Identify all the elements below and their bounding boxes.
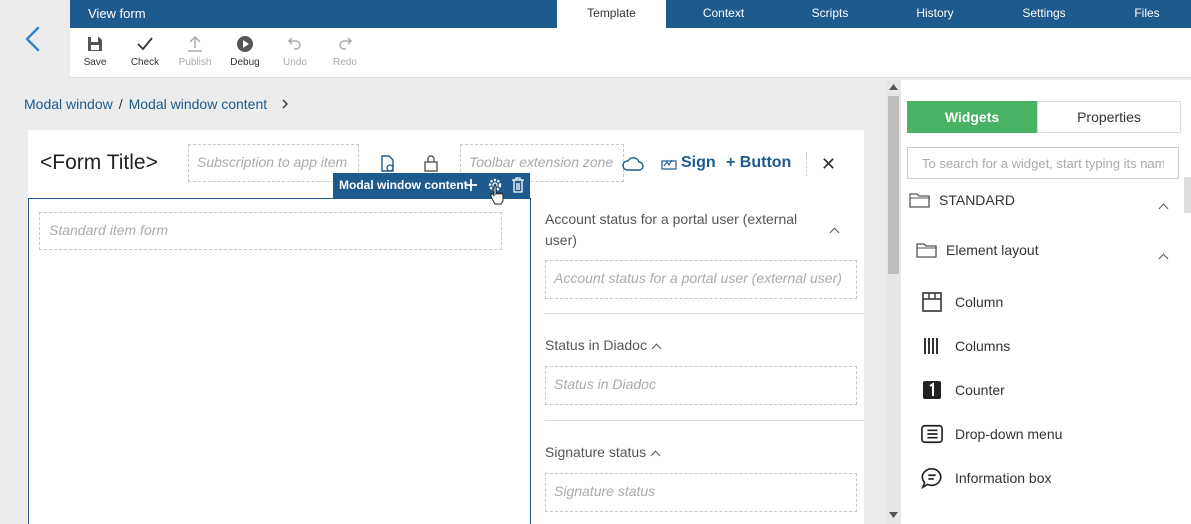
- widget-column[interactable]: Column: [921, 290, 1003, 314]
- widget-dropdown-menu-label: Drop-down menu: [955, 426, 1063, 442]
- chevron-up-icon[interactable]: [650, 450, 661, 461]
- trash-icon[interactable]: [511, 177, 525, 193]
- group-standard-label: STANDARD: [939, 192, 1015, 208]
- scroll-down-icon[interactable]: [889, 512, 898, 518]
- sign-button[interactable]: Sign: [661, 154, 716, 172]
- modal-content-toolbar: Modal window content: [333, 173, 530, 205]
- back-arrow-icon[interactable]: [22, 25, 44, 53]
- breadcrumb: Modal window / Modal window content: [24, 96, 291, 112]
- upload-icon: [188, 35, 202, 52]
- breadcrumb-separator: /: [118, 96, 123, 112]
- group-standard[interactable]: STANDARD: [909, 192, 1015, 208]
- standard-item-form-zone[interactable]: Standard item form: [39, 212, 502, 250]
- divider: [806, 152, 807, 176]
- redo-button[interactable]: Redo: [323, 34, 367, 74]
- tab-files[interactable]: Files: [1110, 0, 1184, 28]
- columns-icon: [924, 338, 938, 354]
- modal-content-label: Modal window content: [339, 178, 468, 192]
- column-icon: [922, 292, 942, 312]
- play-circle-icon: [237, 36, 253, 52]
- tab-template[interactable]: Template: [557, 0, 666, 28]
- widget-dropdown-menu[interactable]: Drop-down menu: [921, 422, 1062, 446]
- save-button[interactable]: Save: [73, 34, 117, 74]
- back-area: [0, 0, 70, 78]
- tab-properties[interactable]: Properties: [1037, 101, 1181, 133]
- publish-label: Publish: [178, 57, 212, 68]
- tab-widgets[interactable]: Widgets: [907, 101, 1037, 133]
- top-bar: View form Template Context Scripts Histo…: [70, 0, 1191, 28]
- diadoc-status-section: Status in Diadoc Status in Diadoc: [545, 314, 864, 421]
- widget-counter[interactable]: Counter: [921, 378, 1005, 402]
- add-button[interactable]: + Button: [726, 154, 791, 172]
- undo-icon: [287, 37, 301, 50]
- tab-settings[interactable]: Settings: [1004, 0, 1084, 28]
- page-title: View form: [88, 6, 146, 21]
- checkmark-icon: [137, 37, 153, 51]
- tab-history[interactable]: History: [895, 0, 975, 28]
- information-box-icon: [921, 468, 942, 490]
- counter-icon: [923, 381, 941, 399]
- modal-window-content-frame[interactable]: Standard item form: [28, 198, 531, 524]
- folder-icon: [916, 243, 937, 258]
- widget-columns[interactable]: Columns: [921, 334, 1010, 358]
- widget-column-label: Column: [955, 294, 1004, 310]
- widget-search-input[interactable]: [907, 147, 1179, 179]
- account-status-label: Account status for a portal user (extern…: [545, 211, 798, 248]
- chevron-up-icon[interactable]: [1158, 253, 1169, 264]
- signature-status-section: Signature status Signature status: [545, 421, 864, 524]
- chevron-up-icon[interactable]: [829, 227, 840, 238]
- account-status-zone[interactable]: Account status for a portal user (extern…: [545, 260, 857, 299]
- tab-scripts[interactable]: Scripts: [790, 0, 870, 28]
- signature-icon: [661, 159, 677, 170]
- form-canvas: <Form Title> Subscription to app item To…: [28, 130, 864, 524]
- cursor-hand-icon: [490, 185, 504, 205]
- widget-information-box-label: Information box: [955, 470, 1052, 486]
- document-settings-icon[interactable]: [380, 155, 396, 173]
- lock-icon[interactable]: [424, 154, 438, 172]
- undo-label: Undo: [283, 57, 307, 68]
- debug-button[interactable]: Debug: [223, 34, 267, 74]
- sign-label: Sign: [681, 154, 716, 171]
- redo-label: Redo: [333, 57, 357, 68]
- account-status-section: Account status for a portal user (extern…: [545, 198, 864, 314]
- widget-information-box[interactable]: Information box: [921, 466, 1052, 490]
- save-label: Save: [83, 57, 107, 68]
- diadoc-status-label: Status in Diadoc: [545, 335, 662, 356]
- chevron-up-icon[interactable]: [1158, 203, 1169, 214]
- signature-status-zone[interactable]: Signature status: [545, 473, 857, 512]
- widget-panel: Widgets Properties STANDARD Element layo…: [901, 80, 1191, 524]
- panel-scrollbar-thumb[interactable]: [1184, 177, 1191, 213]
- diadoc-status-zone[interactable]: Status in Diadoc: [545, 366, 857, 405]
- chevron-up-icon[interactable]: [651, 343, 662, 354]
- cloud-icon[interactable]: [621, 154, 645, 172]
- save-icon: [88, 37, 102, 51]
- debug-label: Debug: [230, 57, 260, 68]
- breadcrumb-modal-window[interactable]: Modal window: [24, 96, 113, 112]
- signature-status-label: Signature status: [545, 442, 661, 463]
- canvas-scrollbar[interactable]: [886, 80, 901, 524]
- form-title[interactable]: <Form Title>: [40, 151, 158, 175]
- group-element-layout[interactable]: Element layout: [916, 242, 1039, 258]
- close-icon[interactable]: ✕: [821, 154, 836, 175]
- group-element-layout-label: Element layout: [946, 242, 1039, 258]
- plus-icon[interactable]: [464, 177, 478, 193]
- chevron-right-icon[interactable]: [279, 98, 291, 110]
- check-label: Check: [130, 57, 160, 68]
- breadcrumb-modal-window-content[interactable]: Modal window content: [129, 96, 268, 112]
- publish-button[interactable]: Publish: [173, 34, 217, 74]
- redo-icon: [339, 37, 353, 50]
- widget-columns-label: Columns: [955, 338, 1011, 354]
- scroll-up-icon[interactable]: [889, 84, 898, 90]
- check-button[interactable]: Check: [123, 34, 167, 74]
- dropdown-menu-icon: [921, 424, 943, 444]
- toolbar: Save Check Publish Debug Undo Redo: [70, 28, 1191, 78]
- scrollbar-thumb[interactable]: [888, 96, 899, 274]
- tab-context[interactable]: Context: [682, 0, 765, 28]
- widget-counter-label: Counter: [955, 382, 1005, 398]
- undo-button[interactable]: Undo: [273, 34, 317, 74]
- folder-icon: [909, 193, 930, 208]
